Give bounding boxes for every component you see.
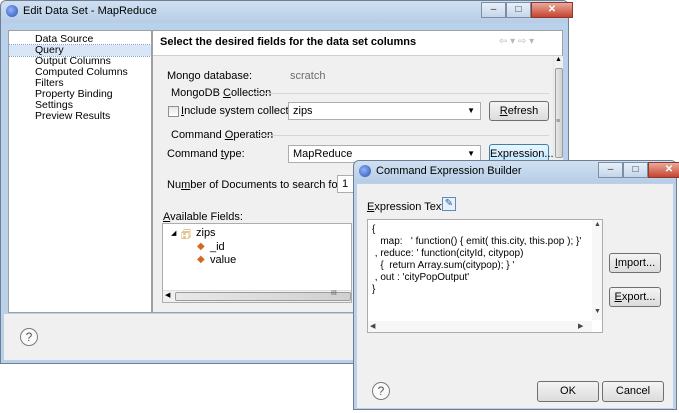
mongo-database-value: scratch bbox=[290, 70, 326, 82]
field-icon: ◆ bbox=[197, 254, 205, 265]
refresh-button[interactable]: Refresh bbox=[489, 101, 549, 121]
h-scrollbar-thumb[interactable] bbox=[175, 292, 351, 301]
page-header: Select the desired fields for the data s… bbox=[153, 31, 562, 56]
help-icon[interactable]: ? bbox=[372, 382, 390, 400]
scroll-grip-label: III bbox=[331, 290, 337, 297]
minimize-icon[interactable]: – bbox=[481, 2, 506, 18]
window-controls: – □ ✕ bbox=[481, 2, 573, 18]
sidebar-list: Data Source Query Output Columns Computed C… bbox=[8, 34, 152, 122]
tree-child-value[interactable]: value bbox=[210, 254, 236, 266]
collection-group-line bbox=[253, 93, 549, 94]
scroll-left-icon[interactable]: ◀ bbox=[165, 291, 170, 299]
maximize-icon[interactable]: □ bbox=[506, 2, 531, 18]
command-type-value: MapReduce bbox=[293, 148, 353, 160]
dialog-window-controls: – □ ✕ bbox=[598, 162, 679, 178]
scroll-left-icon[interactable]: ◀ bbox=[370, 322, 375, 330]
scroll-down-icon[interactable]: ▼ bbox=[594, 308, 601, 315]
expression-edit-icon[interactable]: ✎ bbox=[442, 197, 456, 211]
eclipse-app-icon bbox=[6, 5, 18, 17]
close-icon[interactable]: ✕ bbox=[531, 2, 573, 18]
sidebar-item-computed-columns[interactable]: Computed Columns bbox=[9, 67, 151, 78]
scroll-right-icon[interactable]: ▶ bbox=[578, 322, 583, 330]
scroll-up-icon[interactable]: ▲ bbox=[594, 221, 601, 228]
command-expression-builder-dialog: Command Expression Builder – □ ✕ Express… bbox=[353, 160, 679, 410]
command-group-line bbox=[257, 135, 549, 136]
sidebar: Data Source Query Output Columns Computed C… bbox=[8, 30, 152, 313]
sidebar-item-property-binding[interactable]: Property Binding bbox=[9, 89, 151, 100]
available-fields-tree[interactable]: ◢ 🗊 zips ◆ _id ◆ value ◀ III bbox=[162, 223, 352, 303]
eclipse-app-icon bbox=[359, 165, 371, 177]
available-fields-label: Available Fields: bbox=[163, 211, 243, 223]
cancel-button[interactable]: Cancel bbox=[602, 381, 664, 402]
tree-child-id[interactable]: _id bbox=[210, 241, 225, 253]
scrollbar-thumb[interactable] bbox=[555, 68, 563, 158]
export-button[interactable]: Export... bbox=[609, 287, 661, 307]
dialog-body: Expression Text: ✎ { map: ' function() {… bbox=[357, 184, 673, 408]
minimize-icon[interactable]: – bbox=[598, 162, 623, 178]
include-system-label: Include system collection bbox=[181, 105, 304, 117]
scroll-grip-icon: ≡ bbox=[556, 118, 561, 125]
dialog-title-bar[interactable]: Command Expression Builder – □ ✕ bbox=[354, 161, 679, 183]
num-docs-value: 1 bbox=[342, 178, 349, 190]
page-header-title: Select the desired fields for the data s… bbox=[160, 36, 417, 48]
ok-button[interactable]: OK bbox=[537, 381, 599, 402]
folder-icon: 🗊 bbox=[181, 229, 192, 241]
scroll-up-icon[interactable]: ▲ bbox=[555, 56, 562, 63]
help-icon[interactable]: ? bbox=[20, 328, 38, 346]
mongo-database-label: Mongo database: bbox=[167, 70, 253, 82]
query-page-scrollbar[interactable]: ▲ ≡ bbox=[553, 56, 563, 162]
expression-vertical-scrollbar[interactable]: ▲ ▼ bbox=[592, 220, 602, 320]
nav-history-icons[interactable]: ⇦ ▾ ⇨ ▾ bbox=[499, 36, 534, 47]
import-button[interactable]: Import... bbox=[609, 253, 661, 273]
maximize-icon[interactable]: □ bbox=[623, 162, 648, 178]
expression-horizontal-scrollbar[interactable]: ◀ ▶ bbox=[368, 321, 592, 332]
expression-text-area[interactable]: { map: ' function() { emit( this.city, t… bbox=[367, 219, 603, 333]
main-title-bar[interactable]: Edit Data Set - MapReduce – □ ✕ bbox=[1, 1, 573, 23]
tree-expand-icon[interactable]: ◢ bbox=[171, 229, 176, 237]
field-icon: ◆ bbox=[197, 241, 205, 252]
sidebar-item-data-source[interactable]: Data Source bbox=[9, 34, 151, 45]
main-window-title: Edit Data Set - MapReduce bbox=[23, 5, 157, 17]
collection-combo-value: zips bbox=[293, 105, 313, 117]
include-system-checkbox[interactable] bbox=[168, 106, 179, 117]
tree-root-label[interactable]: zips bbox=[196, 227, 216, 239]
expression-text[interactable]: { map: ' function() { emit( this.city, t… bbox=[372, 224, 581, 296]
collection-combo[interactable]: zips ▼ bbox=[288, 102, 481, 120]
dialog-title: Command Expression Builder bbox=[376, 165, 522, 177]
command-type-label: Command type: bbox=[167, 148, 245, 160]
close-icon[interactable]: ✕ bbox=[648, 162, 679, 178]
chevron-down-icon[interactable]: ▼ bbox=[467, 103, 475, 119]
sidebar-item-preview-results[interactable]: Preview Results bbox=[9, 111, 151, 122]
tree-horizontal-scrollbar[interactable]: ◀ III bbox=[163, 290, 351, 302]
expression-text-label: Expression Text: bbox=[367, 201, 448, 213]
